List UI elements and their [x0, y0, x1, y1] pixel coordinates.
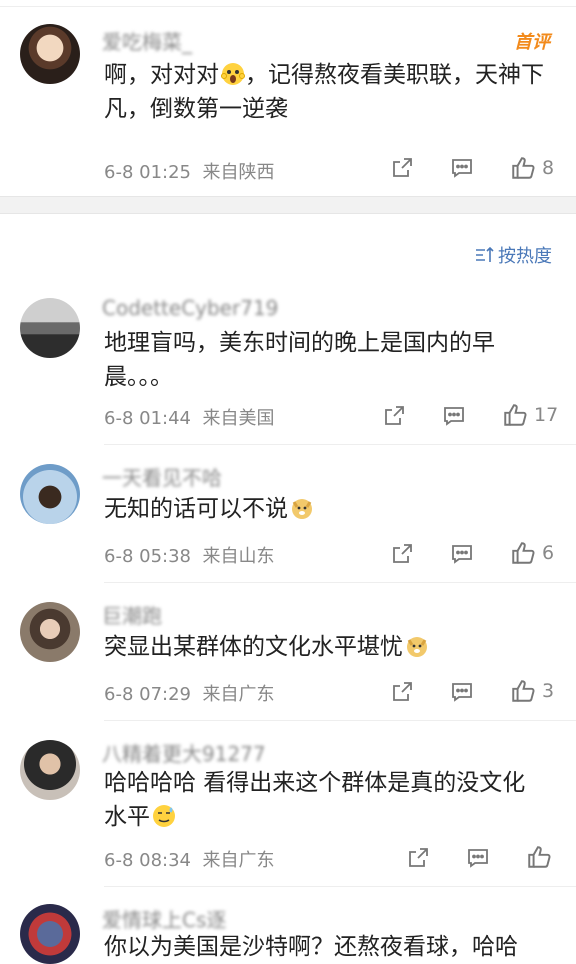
- like-button[interactable]: 8: [510, 155, 554, 181]
- doge-emoji-icon: [407, 637, 427, 657]
- comment-text: 突显出某群体的文化水平堪忧: [104, 630, 544, 664]
- reply-button[interactable]: [442, 404, 466, 428]
- avatar[interactable]: [20, 740, 80, 800]
- comment-location: 来自陕西: [202, 162, 275, 183]
- username[interactable]: 爱吃梅菜_: [102, 26, 192, 55]
- awkward-smile-emoji-icon: [153, 805, 175, 827]
- like-count: 3: [542, 680, 555, 702]
- divider: [0, 6, 576, 7]
- like-button[interactable]: 17: [502, 402, 558, 428]
- share-icon: [393, 544, 412, 563]
- avatar[interactable]: [20, 904, 80, 964]
- comment-time: 6-8 05:38: [104, 546, 191, 567]
- comment-icon: [452, 159, 472, 178]
- comment-meta: 6-8 05:38 来自山东: [104, 542, 274, 568]
- comment-icon: [452, 683, 472, 702]
- avatar[interactable]: [20, 602, 80, 662]
- scream-emoji-icon: [221, 63, 245, 85]
- comment-time: 6-8 07:29: [104, 684, 191, 705]
- divider: [104, 720, 576, 721]
- sort-by-heat-button[interactable]: 按热度: [475, 242, 552, 268]
- comment-icon: [468, 849, 488, 868]
- avatar[interactable]: [20, 464, 80, 524]
- divider: [104, 444, 576, 445]
- thumbs-up-icon: [512, 680, 535, 702]
- share-button[interactable]: [390, 680, 414, 704]
- username[interactable]: 爱情球上Cs逐: [102, 904, 226, 933]
- share-button[interactable]: [390, 156, 414, 180]
- comment-meta: 6-8 01:25 来自陕西: [104, 158, 274, 184]
- comment-location: 来自广东: [202, 850, 275, 871]
- comment-location: 来自美国: [202, 408, 275, 429]
- like-button[interactable]: [526, 844, 558, 870]
- sort-label: 按热度: [498, 246, 552, 267]
- thumbs-up-icon: [504, 404, 527, 426]
- share-icon: [393, 158, 412, 177]
- thumbs-up-icon: [528, 846, 551, 868]
- share-button[interactable]: [390, 542, 414, 566]
- comment-text: 你以为美国是沙特啊？还熬夜看球，哈哈: [104, 934, 518, 960]
- reply-button[interactable]: [466, 846, 490, 870]
- share-icon: [385, 406, 404, 425]
- comment-icon: [444, 407, 464, 426]
- username[interactable]: 巨潮跑: [102, 600, 162, 629]
- reply-button[interactable]: [450, 680, 474, 704]
- divider: [104, 886, 576, 887]
- first-comment-badge: 首评: [514, 32, 550, 53]
- comment-text-body: 无知的话可以不说: [104, 496, 288, 522]
- comment-meta: 6-8 08:34 来自广东: [104, 846, 274, 872]
- comment-meta: 6-8 01:44 来自美国: [104, 404, 274, 430]
- username[interactable]: CodetteCyber719: [102, 296, 278, 320]
- comment-text: 地理盲吗，美东时间的晚上是国内的早晨。。。: [104, 330, 495, 390]
- reply-button[interactable]: [450, 156, 474, 180]
- section-separator: [0, 196, 576, 214]
- thumbs-up-icon: [512, 542, 535, 564]
- comment-location: 来自山东: [202, 546, 275, 567]
- comment-meta: 6-8 07:29 来自广东: [104, 680, 274, 706]
- comment-text: 哈哈哈哈 看得出来这个群体是真的没文化水平: [104, 766, 544, 834]
- like-button[interactable]: 6: [510, 540, 554, 566]
- comment-time: 6-8 01:25: [104, 162, 191, 183]
- comment-location: 来自广东: [202, 684, 275, 705]
- like-count: 8: [542, 157, 555, 179]
- divider: [104, 582, 576, 583]
- comment-text: 啊，对对对 ，记得熬夜看美职联，天神下凡，倒数第一逆袭: [104, 58, 544, 126]
- doge-emoji-icon: [292, 499, 312, 519]
- top-comment: 爱吃梅菜_ 首评 啊，对对对 ，记得熬夜看美职联，天神下凡，倒数第一逆袭 6-8 …: [0, 0, 576, 196]
- comment-time: 6-8 08:34: [104, 850, 191, 871]
- share-button[interactable]: [406, 846, 430, 870]
- share-icon: [393, 682, 412, 701]
- share-button[interactable]: [382, 404, 406, 428]
- like-count: 6: [542, 542, 555, 564]
- share-icon: [409, 848, 428, 867]
- avatar[interactable]: [20, 298, 80, 358]
- comment-text-part1: 啊，对对对: [104, 62, 219, 88]
- comment-text: 无知的话可以不说: [104, 492, 544, 526]
- comment-text-body: 突显出某群体的文化水平堪忧: [104, 634, 403, 660]
- like-button[interactable]: 3: [510, 678, 554, 704]
- reply-button[interactable]: [450, 542, 474, 566]
- comment-icon: [452, 545, 472, 564]
- avatar[interactable]: [20, 24, 80, 84]
- sort-icon: [476, 246, 494, 262]
- username[interactable]: 八精着更大91277: [102, 738, 266, 767]
- username[interactable]: 一天看见不哈: [102, 462, 222, 491]
- like-count: 17: [534, 404, 559, 426]
- thumbs-up-icon: [512, 157, 535, 179]
- comment-time: 6-8 01:44: [104, 408, 191, 429]
